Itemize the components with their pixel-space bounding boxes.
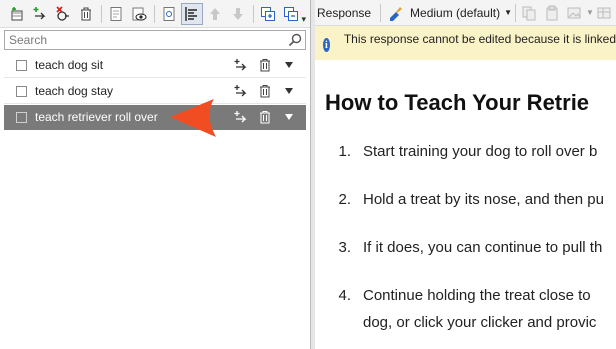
response-toolbar: Response Medium (default) ▼ ▼ [315,0,616,26]
step-item: 3. If it does, you can continue to pull … [325,234,616,261]
collapse-all-icon[interactable] [280,3,302,25]
step-text: If it does, you can continue to pull th [363,239,603,256]
chevron-down-icon[interactable] [280,82,298,100]
item-label: teach dog stay [35,84,114,98]
step-item: 4. Continue holding the treat close to d… [325,282,616,336]
expand-all-icon[interactable] [257,3,279,25]
style-select-value: Medium (default) [410,5,501,20]
copy-icon[interactable] [519,2,540,24]
align-left-icon[interactable] [181,2,203,25]
step-text-line: Continue holding the treat close to [363,287,591,304]
step-text: Continue holding the treat close to dog,… [363,282,596,336]
callout-arrow-icon [170,97,218,144]
list-item-selected[interactable]: teach retriever roll over [4,105,306,130]
step-item: 1. Start training your dog to roll over … [325,138,616,165]
search-input[interactable] [5,31,285,49]
image-icon[interactable] [563,2,584,24]
chevron-down-icon[interactable] [280,108,298,126]
chevron-down-icon: ▼ [504,8,512,17]
move-down-icon[interactable] [227,3,249,25]
add-item-icon[interactable] [6,3,28,25]
left-panel: ▾ teach dog sit teach [0,0,311,349]
style-select[interactable]: Medium (default) ▼ [410,6,512,20]
delete-icon[interactable] [256,56,274,74]
info-icon: i [323,38,330,52]
toolbar-separator [154,4,155,23]
style-brush-icon[interactable] [384,2,405,24]
list-item[interactable]: teach dog sit [4,53,306,78]
toolbar-separator [380,3,381,22]
step-text: Hold a treat by its nose, and then pu [363,191,604,208]
find-document-icon[interactable] [158,3,180,25]
item-list: teach dog sit teach dog stay teach retri… [4,53,306,131]
step-item: 2. Hold a treat by its nose, and then pu [325,186,616,213]
info-banner: i This response cannot be edited because… [315,26,616,60]
move-up-icon[interactable] [204,3,226,25]
item-label: teach dog sit [35,58,104,72]
toolbar-separator [101,4,102,23]
step-number: 3. [338,239,351,256]
step-text-line: dog, or click your clicker and provic [363,314,597,331]
step-number: 1. [338,143,351,160]
toolbar-separator [253,4,254,23]
table-icon[interactable] [594,2,615,24]
step-number: 4. [338,287,351,304]
step-number: 2. [338,191,351,208]
link-add-icon[interactable] [232,108,250,126]
toolbar-overflow-icon[interactable]: ▾ [301,14,306,25]
preview-eye-icon[interactable] [128,3,150,25]
item-checkbox[interactable] [16,85,27,97]
link-add-icon[interactable] [29,3,51,25]
link-add-icon[interactable] [232,56,250,74]
chevron-down-icon[interactable] [280,56,298,74]
delete-icon[interactable] [256,108,274,126]
chevron-down-icon[interactable]: ▼ [586,8,594,17]
steps-list: 1. Start training your dog to roll over … [325,138,616,336]
response-title: Response [317,5,372,20]
response-document: How to Teach Your Retrie 1. Start traini… [325,90,616,336]
delete-icon[interactable] [75,3,97,25]
paste-icon[interactable] [541,2,562,24]
toolbar-separator [515,3,516,22]
document-heading: How to Teach Your Retrie [325,90,590,115]
left-toolbar: ▾ [0,0,310,28]
delete-icon[interactable] [256,82,274,100]
search-icon[interactable] [285,33,305,47]
search-box[interactable] [4,30,306,50]
info-message: This response cannot be edited because i… [343,32,616,46]
step-text: Start training your dog to roll over b [363,143,598,160]
item-checkbox[interactable] [16,111,27,123]
list-item[interactable]: teach dog stay [4,79,306,104]
response-panel: Response Medium (default) ▼ ▼ i This res… [315,0,616,349]
item-checkbox[interactable] [16,59,27,71]
text-document-icon[interactable] [105,3,127,25]
unlink-icon[interactable] [52,3,74,25]
link-add-icon[interactable] [232,82,250,100]
